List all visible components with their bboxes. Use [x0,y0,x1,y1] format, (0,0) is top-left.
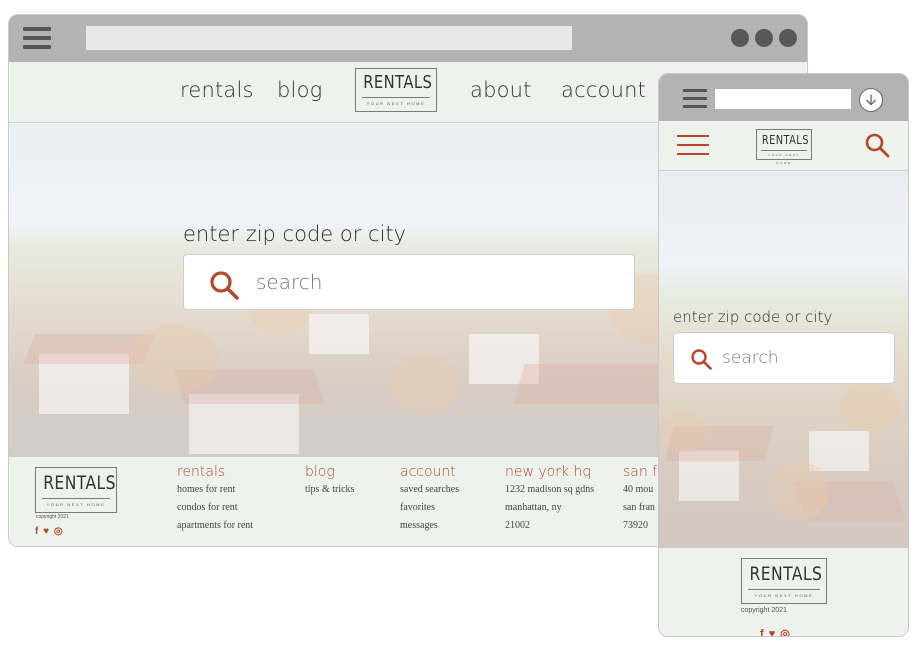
browser-chrome [9,15,807,62]
search-icon [691,349,712,370]
hero-image: enter zip code or city search [659,171,908,548]
search-icon [210,271,239,300]
browser-menu-icon[interactable] [683,87,707,109]
search-label: enter zip code or city [183,222,407,246]
menu-icon[interactable] [677,133,709,157]
footer-logo[interactable]: RENTALS YOUR NEXT HOME [741,558,827,604]
footer-address: san fran [623,502,655,513]
nav-rentals[interactable]: rentals [180,78,254,102]
social-icons[interactable]: f ♥ ◎ [35,526,64,537]
mobile-site-footer: RENTALS YOUR NEXT HOME copyright 2021 f … [659,548,908,636]
logo-title: RENTALS [363,72,433,93]
footer-address: 40 mou [623,484,654,495]
logo-title: RENTALS [43,472,116,494]
window-controls [725,29,797,52]
footer-col-blog: blog tips & tricks [305,463,354,499]
search-input[interactable]: search [183,254,635,310]
search-icon[interactable] [864,132,890,158]
window-dot[interactable] [731,29,749,47]
search-label: enter zip code or city [673,308,833,326]
search-input[interactable]: search [673,332,895,384]
footer-link[interactable]: apartments for rent [177,517,253,535]
browser-menu-icon[interactable] [23,25,51,51]
site-logo[interactable]: RENTALS YOUR NEXT HOME [756,129,812,165]
download-icon[interactable] [859,88,883,112]
footer-col-rentals: rentals homes for rent condos for rent a… [177,463,253,535]
footer-link[interactable]: homes for rent [177,481,253,499]
copyright: copyright 2021 [741,607,787,614]
footer-address: 21002 [505,520,530,531]
footer-heading[interactable]: rentals [177,463,253,481]
footer-logo[interactable]: RENTALS YOUR NEXT HOME [35,467,117,513]
footer-heading[interactable]: account [400,463,459,481]
footer-col-san-francisco: san fr 40 mou san fran 73920 [623,463,663,535]
nav-account[interactable]: account [561,78,646,102]
address-bar[interactable] [86,26,572,50]
search-placeholder: search [256,270,323,294]
footer-address: manhattan, ny [505,502,562,513]
logo-title: RENTALS [761,133,809,147]
logo-title: RENTALS [749,563,823,585]
logo-tagline: YOUR NEXT HOME [362,97,430,109]
footer-link[interactable]: favorites [400,499,459,517]
footer-link[interactable]: tips & tricks [305,481,354,499]
footer-col-account: account saved searches favorites message… [400,463,459,535]
search-placeholder: search [722,348,779,368]
social-icons[interactable]: f ♥ ◎ [760,627,791,636]
footer-link[interactable]: messages [400,517,459,535]
nav-blog[interactable]: blog [277,78,322,102]
footer-heading: new york hq [505,464,592,480]
footer-heading: san fr [623,464,663,480]
footer-heading[interactable]: blog [305,463,354,481]
mobile-site-nav: RENTALS YOUR NEXT HOME [659,121,908,171]
footer-address: 73920 [623,520,648,531]
footer-col-new-york: new york hq 1232 madison sq gdns manhatt… [505,463,594,535]
logo-tagline: YOUR NEXT HOME [42,498,110,510]
footer-link[interactable]: saved searches [400,481,459,499]
mobile-mockup: RENTALS YOUR NEXT HOME enter zip code or… [658,73,909,637]
logo-tagline: YOUR NEXT HOME [748,589,820,601]
footer-address: 1232 madison sq gdns [505,484,595,495]
window-dot[interactable] [779,29,797,47]
copyright: copyright 2021 [36,514,69,520]
site-logo[interactable]: RENTALS YOUR NEXT HOME [355,68,437,112]
logo-tagline: YOUR NEXT HOME [761,150,807,167]
footer-link[interactable]: condos for rent [177,499,253,517]
window-dot[interactable] [755,29,773,47]
address-bar[interactable] [715,89,851,109]
mobile-browser-chrome [659,74,908,121]
nav-about[interactable]: about [470,78,532,102]
